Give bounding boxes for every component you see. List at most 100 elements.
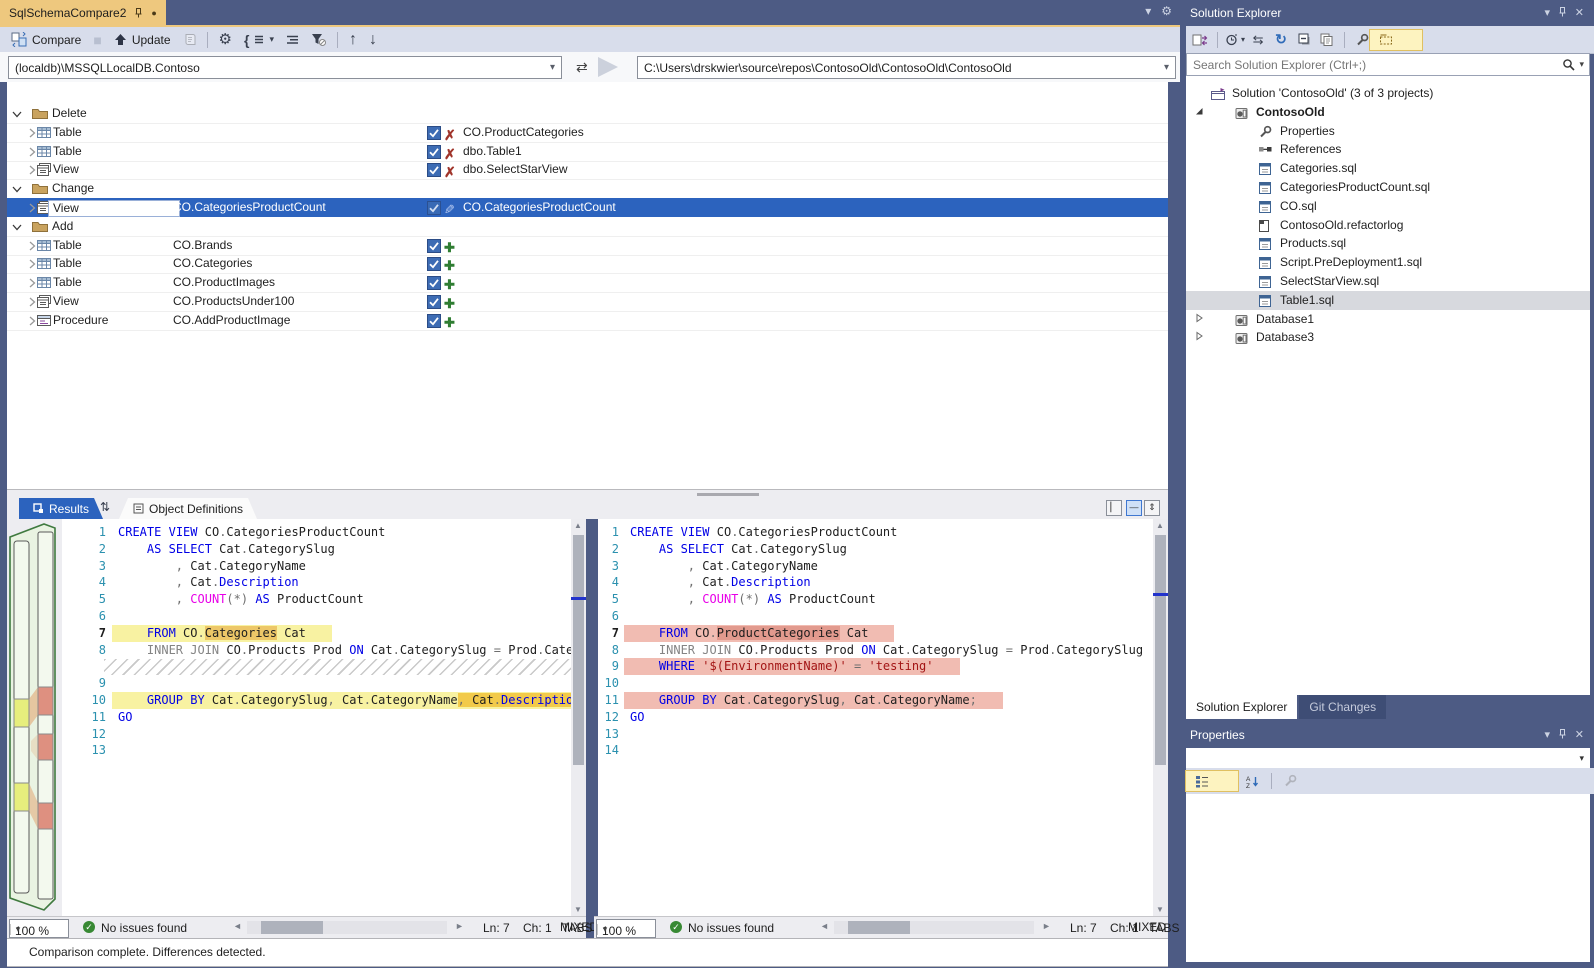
tab-results[interactable]: Results — [19, 498, 103, 519]
display-options-icon[interactable] — [281, 29, 304, 50]
include-checkbox[interactable] — [427, 276, 441, 290]
editor-pane-divider[interactable] — [586, 519, 598, 916]
stop-button[interactable]: ■ — [88, 29, 106, 50]
expander-collapsed-icon[interactable] — [1194, 313, 1204, 323]
sync-with-active-document-icon[interactable] — [1190, 30, 1210, 50]
refresh-icon[interactable]: ↻ — [1271, 30, 1291, 50]
include-checkbox[interactable] — [427, 239, 441, 253]
source-connection-dropdown[interactable]: (localdb)\MSSQLLocalDB.Contoso ▾ — [8, 56, 562, 79]
pin-icon[interactable] — [133, 7, 144, 19]
include-checkbox[interactable] — [427, 145, 441, 159]
source-code-editor[interactable]: 1CREATE VIEW CO.CategoriesProductCount2 … — [62, 519, 586, 916]
filter-icon[interactable] — [306, 29, 331, 50]
scroll-right-icon[interactable]: ► — [455, 921, 464, 931]
window-position-chevron-icon[interactable]: ▾ — [1544, 728, 1550, 741]
diff-row[interactable]: TableCO.Brands✚ — [7, 236, 1168, 256]
diff-group-row[interactable]: Add — [7, 217, 1168, 237]
options-gear-icon[interactable]: ⚙ — [214, 29, 237, 50]
target-connection-dropdown[interactable]: C:\Users\drskwier\source\repos\ContosoOl… — [637, 56, 1176, 79]
zoom-level-dropdown[interactable]: 100 % ▾ — [9, 919, 69, 938]
expander-expanded-icon[interactable] — [1194, 106, 1204, 116]
diff-row[interactable]: TableCO.ProductImages✚ — [7, 273, 1168, 293]
tree-item-properties[interactable]: Properties — [1186, 122, 1590, 141]
scroll-left-icon[interactable]: ◄ — [820, 921, 829, 931]
show-all-files-icon[interactable] — [1369, 29, 1423, 51]
tree-item-table1-sql[interactable]: Table1.sql — [1186, 291, 1590, 310]
previous-difference-button[interactable]: ↑ — [344, 29, 362, 50]
diff-row[interactable]: ViewCO.ProductsUnder100✚ — [7, 292, 1168, 312]
tree-item-products-sql[interactable]: Products.sql — [1186, 234, 1590, 253]
diff-row[interactable]: View✗dbo.SelectStarView — [7, 160, 1168, 180]
sort-order-icon[interactable]: ⇅ — [100, 500, 110, 514]
scroll-right-icon[interactable]: ► — [1042, 921, 1051, 931]
swap-panes-button[interactable]: ⇕ — [1144, 500, 1160, 516]
horizontal-scrollbar[interactable] — [247, 921, 447, 934]
diff-overview-map[interactable] — [7, 519, 62, 916]
split-horizontal-button[interactable]: — — [1126, 500, 1142, 516]
tree-item-contosoold[interactable]: ContosoOld — [1186, 103, 1590, 122]
collapse-chevron-icon[interactable] — [10, 107, 24, 121]
window-position-chevron-icon[interactable]: ▾ — [1544, 6, 1550, 19]
search-input[interactable] — [1187, 58, 1562, 72]
group-results-button[interactable]: { ▾ — [239, 29, 279, 50]
object-type-editbox[interactable]: View — [48, 200, 180, 217]
pin-icon[interactable] — [1557, 728, 1568, 740]
tab-git-changes[interactable]: Git Changes — [1299, 695, 1386, 719]
split-vertical-button[interactable]: ▏ — [1106, 500, 1122, 516]
target-code-editor[interactable]: 1CREATE VIEW CO.CategoriesProductCount2 … — [598, 519, 1168, 916]
alphabetical-sort-icon[interactable]: AZ — [1243, 771, 1263, 791]
switch-views-icon[interactable]: ⇆ — [1248, 30, 1268, 50]
tree-item-selectstarview-sql[interactable]: SelectStarView.sql — [1186, 272, 1590, 291]
generate-script-icon[interactable] — [178, 29, 201, 50]
diff-row[interactable]: Table✗dbo.Table1 — [7, 142, 1168, 162]
include-checkbox[interactable] — [427, 126, 441, 140]
collapse-all-icon[interactable] — [1294, 30, 1314, 50]
tree-item-script-predeployment1-sql[interactable]: Script.PreDeployment1.sql — [1186, 253, 1590, 272]
tab-object-definitions[interactable]: Object Definitions — [119, 498, 257, 519]
solution-explorer-title-bar[interactable]: Solution Explorer ▾ ✕ — [1186, 0, 1590, 26]
compare-button[interactable]: Compare — [6, 29, 86, 50]
include-checkbox[interactable] — [427, 257, 441, 271]
update-button[interactable]: Update — [109, 29, 176, 50]
diff-row[interactable]: ProcedureCO.AddProductImage✚ — [7, 311, 1168, 331]
include-checkbox[interactable] — [427, 163, 441, 177]
include-checkbox[interactable] — [427, 314, 441, 328]
zoom-level-dropdown[interactable]: 100 % ▾ — [596, 919, 656, 938]
diff-group-row[interactable]: Delete — [7, 104, 1168, 124]
diff-row[interactable]: ViewCO.CategoriesProductCount✎CO.Categor… — [7, 198, 1168, 217]
tree-item-database3[interactable]: Database3 — [1186, 328, 1590, 347]
pin-icon[interactable] — [1557, 6, 1568, 18]
include-checkbox[interactable] — [427, 295, 441, 309]
properties-object-dropdown[interactable]: ▾ — [1186, 748, 1590, 768]
property-pages-wrench-icon[interactable] — [1280, 771, 1300, 791]
tree-item-solution-contosoold-3-of-3-projects[interactable]: Solution 'ContosoOld' (3 of 3 projects) — [1186, 84, 1590, 103]
tab-list-chevron-icon[interactable]: ▾ — [1145, 4, 1151, 18]
switch-direction-icon[interactable]: ⇄ — [576, 59, 588, 76]
target-editor-scrollbar[interactable]: ▲ ▼ — [1153, 519, 1168, 916]
search-options-chevron-icon[interactable]: ▾ — [1579, 59, 1584, 70]
expander-collapsed-icon[interactable] — [1194, 331, 1204, 341]
include-checkbox[interactable] — [427, 201, 441, 215]
next-difference-button[interactable]: ↓ — [364, 29, 382, 50]
diff-row[interactable]: Table✗CO.ProductCategories — [7, 123, 1168, 143]
tab-solution-explorer[interactable]: Solution Explorer — [1186, 695, 1297, 719]
horizontal-scrollbar[interactable] — [834, 921, 1034, 934]
tree-item-references[interactable]: References — [1186, 140, 1590, 159]
tree-item-categoriesproductcount-sql[interactable]: CategoriesProductCount.sql — [1186, 178, 1590, 197]
tree-item-co-sql[interactable]: CO.sql — [1186, 197, 1590, 216]
diff-row[interactable]: TableCO.Categories✚ — [7, 254, 1168, 274]
scroll-left-icon[interactable]: ◄ — [233, 921, 242, 931]
collapse-chevron-icon[interactable] — [10, 220, 24, 234]
close-icon[interactable]: ✕ — [1575, 6, 1584, 19]
categorized-icon[interactable] — [1185, 770, 1239, 792]
preview-selected-items-icon[interactable] — [1317, 30, 1337, 50]
properties-title-bar[interactable]: Properties ▾ ✕ — [1186, 722, 1590, 748]
tree-item-contosoold-refactorlog[interactable]: ContosoOld.refactorlog — [1186, 216, 1590, 235]
tree-item-database1[interactable]: Database1 — [1186, 310, 1590, 329]
diff-group-row[interactable]: Change — [7, 179, 1168, 199]
well-options-gear-icon[interactable]: ⚙ — [1161, 4, 1172, 18]
close-icon[interactable]: ✕ — [1575, 728, 1584, 741]
document-tab[interactable]: SqlSchemaCompare2 ● — [0, 0, 166, 25]
collapse-chevron-icon[interactable] — [10, 182, 24, 196]
search-icon[interactable] — [1562, 58, 1575, 71]
